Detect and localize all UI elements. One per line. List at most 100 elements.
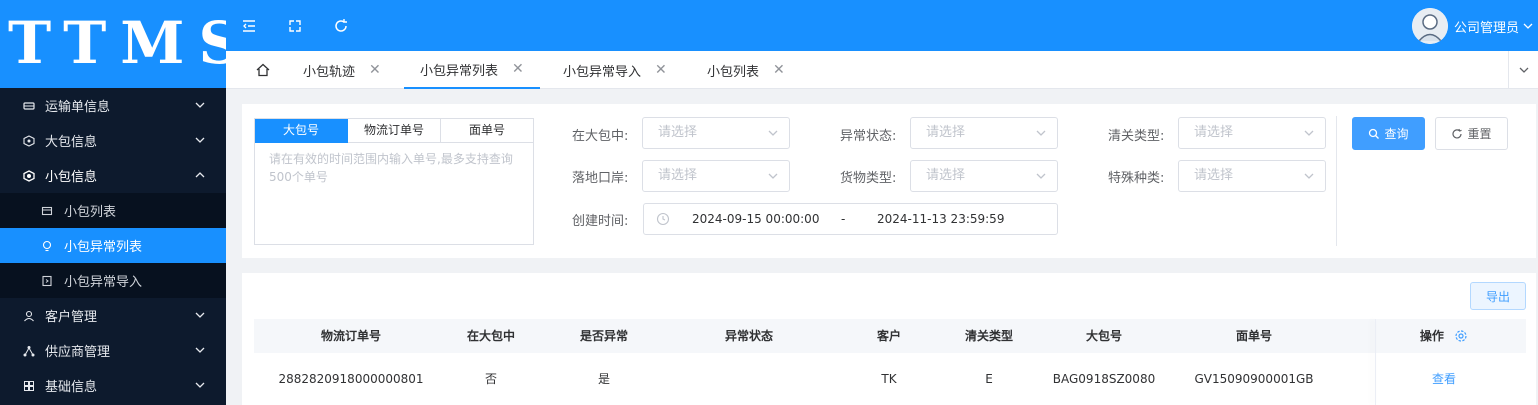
tab-label: 小包异常导入 (563, 64, 642, 80)
seg-tab-order-no[interactable]: 物流订单号 (348, 119, 441, 143)
sidebar-item-customer[interactable]: 客户管理 (0, 298, 226, 333)
exception-status-select[interactable]: 请选择 (910, 117, 1058, 149)
number-search-input[interactable]: 请在有效的时间范围内输入单号,最多支持查询500个单号 (255, 143, 533, 193)
sidebar-item-label: 客户管理 (45, 310, 98, 325)
chevron-down-icon (1519, 67, 1528, 73)
refresh-icon (1452, 128, 1463, 138)
package-icon (22, 169, 36, 183)
tab-bar: 小包轨迹 ✕ 小包异常列表 ✕ 小包异常导入 ✕ 小包列表 ✕ (226, 51, 1538, 89)
reset-button[interactable]: 重置 (1435, 117, 1508, 150)
home-icon[interactable] (248, 61, 278, 79)
sidebar-item-small-package[interactable]: 小包信息 (0, 158, 226, 193)
close-icon[interactable]: ✕ (369, 62, 381, 78)
chevron-down-icon (195, 137, 205, 143)
top-header: 公司管理员 (226, 0, 1538, 51)
chevron-down-icon (195, 382, 205, 388)
tab-more-button[interactable] (1508, 51, 1538, 89)
date-separator: - (841, 212, 846, 226)
table-row: 2882820918000000801 否 是 TK E BAG0918SZ00… (254, 353, 1526, 405)
table-panel: 导出 物流订单号 在大包中 是否异常 异常状态 客户 清关类型 大包号 面单号 … (242, 273, 1536, 405)
landing-port-label: 落地口岸: (572, 171, 629, 186)
search-icon (1369, 128, 1380, 139)
gear-icon[interactable] (1454, 329, 1468, 343)
select-placeholder: 请选择 (658, 125, 698, 140)
sidebar-subitem-package-list[interactable]: 小包列表 (0, 193, 226, 228)
refresh-icon[interactable] (332, 17, 350, 35)
cell-waybill-no: GV15090900001GB (1194, 372, 1314, 386)
network-icon (22, 344, 36, 358)
divider (1336, 116, 1337, 246)
chevron-down-icon (195, 312, 205, 318)
sidebar-item-supplier[interactable]: 供应商管理 (0, 333, 226, 368)
close-icon[interactable]: ✕ (655, 62, 667, 78)
tab-package-exception-import[interactable]: 小包异常导入 ✕ (563, 51, 667, 89)
column-header: 面单号 (1235, 329, 1272, 343)
created-time-range[interactable]: 2024-09-15 00:00:00 - 2024-11-13 23:59:5… (643, 203, 1058, 235)
goods-type-select[interactable]: 请选择 (910, 160, 1058, 192)
fullscreen-icon[interactable] (286, 17, 304, 35)
cell-is-exception: 是 (597, 372, 610, 386)
sidebar-subitem-package-exception-list[interactable]: 小包异常列表 (0, 228, 226, 263)
cell-customs-type: E (985, 372, 993, 386)
export-button[interactable]: 导出 (1470, 282, 1526, 310)
select-placeholder: 请选择 (1194, 125, 1234, 140)
select-placeholder: 请选择 (1194, 168, 1234, 183)
number-search-box: 大包号 物流订单号 面单号 请在有效的时间范围内输入单号,最多支持查询500个单… (254, 118, 534, 245)
cell-bag-no: BAG0918SZ0080 (1052, 372, 1156, 386)
date-end[interactable]: 2024-11-13 23:59:59 (877, 212, 1004, 226)
tab-package-track[interactable]: 小包轨迹 ✕ (303, 51, 381, 89)
table-header: 物流订单号 在大包中 是否异常 异常状态 客户 清关类型 大包号 面单号 操作 (254, 319, 1526, 353)
seg-tab-big-bag-no[interactable]: 大包号 (255, 119, 348, 143)
sidebar-item-label: 供应商管理 (45, 345, 111, 360)
customs-type-select[interactable]: 请选择 (1178, 117, 1326, 149)
select-placeholder: 请选择 (926, 125, 966, 140)
user-icon (22, 309, 36, 323)
select-placeholder: 请选择 (926, 168, 966, 183)
sidebar-item-label: 小包信息 (45, 170, 98, 185)
cell-customer: TK (881, 372, 897, 386)
chevron-down-icon (768, 130, 778, 136)
tab-label: 小包列表 (707, 64, 760, 80)
chevron-up-icon (195, 172, 205, 178)
chevron-down-icon (1304, 173, 1314, 179)
sidebar: TTMS 运输单信息 大包信息 小包信息 小包列表 小包异常列表 (0, 0, 226, 405)
chevron-down-icon (1036, 130, 1046, 136)
sidebar-item-big-bag[interactable]: 大包信息 (0, 123, 226, 158)
cell-order-no: 2882820918000000801 (278, 372, 424, 386)
view-link[interactable]: 查看 (1404, 353, 1484, 405)
import-icon (40, 274, 54, 288)
chevron-down-icon (768, 173, 778, 179)
column-header: 清关类型 (964, 329, 1013, 343)
bulb-icon (40, 239, 54, 253)
tab-package-exception-list[interactable]: 小包异常列表 ✕ (404, 51, 540, 89)
chevron-down-icon (1523, 23, 1533, 29)
column-header: 客户 (876, 329, 901, 343)
landing-port-select[interactable]: 请选择 (642, 160, 790, 192)
close-icon[interactable]: ✕ (773, 62, 785, 78)
reset-button-label: 重置 (1467, 127, 1492, 141)
seg-tab-waybill-no[interactable]: 面单号 (441, 119, 533, 143)
tab-package-list[interactable]: 小包列表 ✕ (707, 51, 785, 89)
sidebar-item-basic-info[interactable]: 基础信息 (0, 368, 226, 403)
user-menu[interactable]: 公司管理员 (1411, 8, 1534, 44)
filter-panel: 大包号 物流订单号 面单号 请在有效的时间范围内输入单号,最多支持查询500个单… (242, 104, 1536, 258)
menu-fold-icon[interactable] (240, 17, 258, 35)
in-bag-select[interactable]: 请选择 (642, 117, 790, 149)
column-header: 大包号 (1085, 329, 1122, 343)
exception-status-label: 异常状态: (840, 129, 897, 144)
box-icon (22, 134, 36, 148)
column-header: 物流订单号 (320, 329, 381, 343)
column-header: 在大包中 (466, 329, 515, 343)
chevron-down-icon (195, 102, 205, 108)
search-button[interactable]: 查询 (1352, 117, 1425, 150)
tab-label: 小包轨迹 (303, 64, 356, 80)
close-icon[interactable]: ✕ (512, 61, 524, 77)
sidebar-item-label: 运输单信息 (45, 100, 111, 115)
special-type-select[interactable]: 请选择 (1178, 160, 1326, 192)
sidebar-item-waybill[interactable]: 运输单信息 (0, 88, 226, 123)
column-header: 操作 (1404, 319, 1484, 353)
date-start[interactable]: 2024-09-15 00:00:00 (692, 212, 819, 226)
fixed-column-divider (1375, 319, 1376, 405)
sidebar-subitem-package-exception-import[interactable]: 小包异常导入 (0, 263, 226, 298)
list-icon (40, 204, 54, 218)
